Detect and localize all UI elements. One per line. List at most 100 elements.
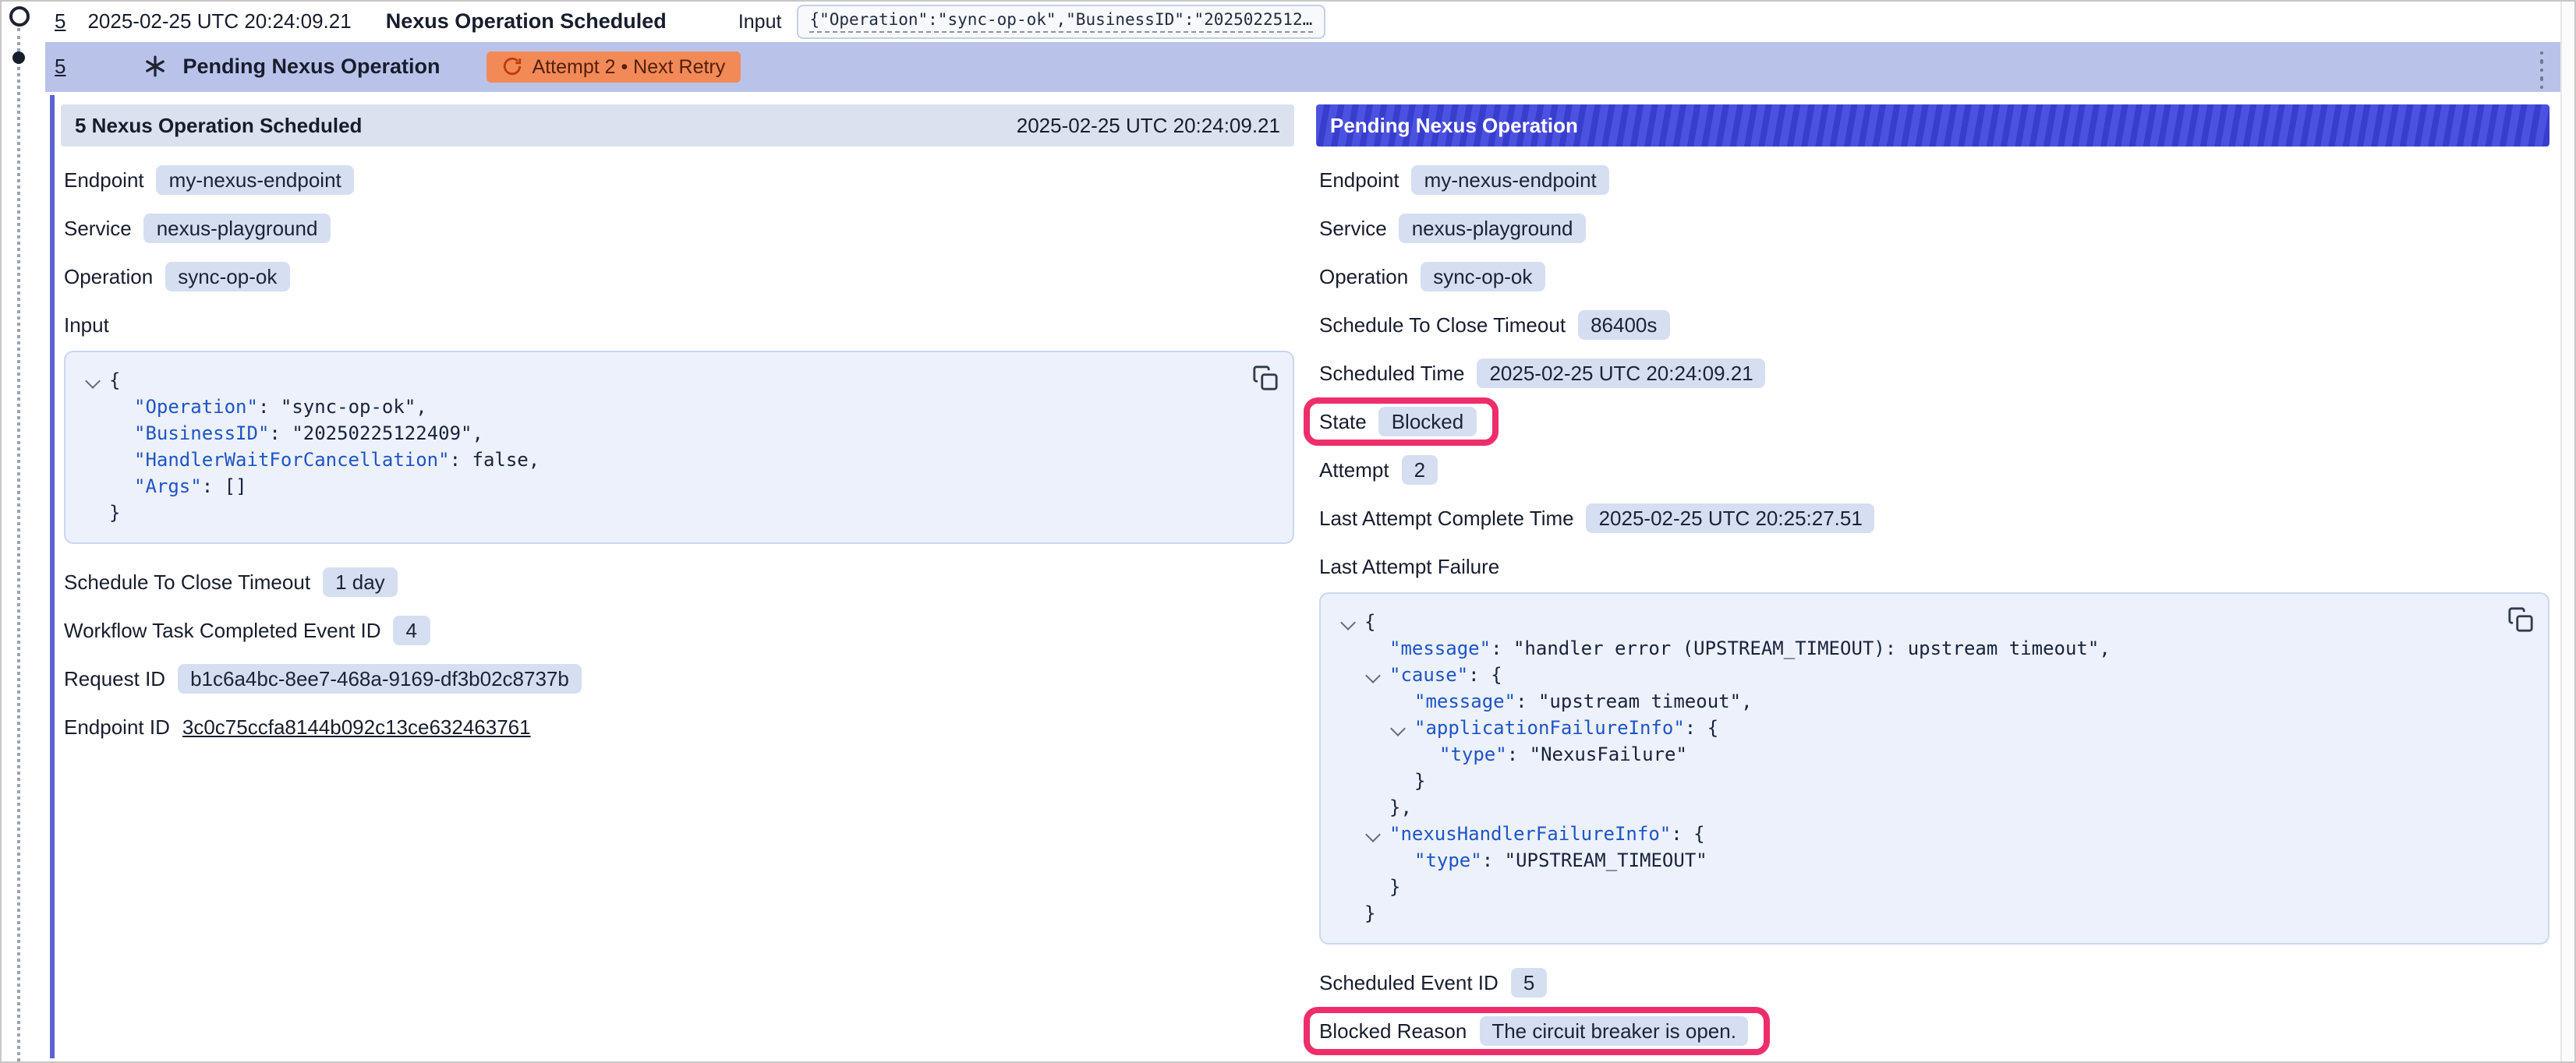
json-line: "Operation": "sync-op-ok", [81,394,1230,421]
copy-icon[interactable] [2506,606,2534,634]
asterisk-icon [143,55,167,79]
json-token: { [1364,611,1375,633]
pending-row-title: Pending Nexus Operation [182,55,440,79]
json-line: "type": "NexusFailure" [1336,742,2486,768]
field-row: Endpointmy-nexus-endpoint [64,162,1294,196]
pending-panel-body: Endpointmy-nexus-endpoint Service nexus-pl… [1316,147,2549,1047]
json-line: { [81,368,1230,394]
collapse-chevron-icon[interactable] [1340,615,1356,630]
json-token: } [1364,902,1375,924]
json-token: { [1707,717,1718,739]
scheduled-panel-title: 5 Nexus Operation Scheduled [75,114,362,137]
pending-nexus-operation-row[interactable]: 5 Pending Nexus Operation [45,41,2562,92]
field-row: Service nexus-playground [1319,210,2549,245]
copy-icon[interactable] [1251,365,1279,393]
json-token: } [109,502,120,524]
event-row-nexus-operation-scheduled[interactable]: 5 2025-02-25 UTC 20:24:09.21 Nexus Opera… [45,2,2562,41]
json-token: , [529,449,540,471]
json-token: : [269,422,292,444]
json-token: , [472,422,483,444]
input-preview-chip[interactable]: {"Operation":"sync-op-ok","BusinessID":"… [797,5,1325,39]
field-group: Endpointmy-nexus-endpoint [1319,164,1609,194]
field-label: Endpoint [1319,168,1399,191]
json-token: : [1507,743,1530,765]
timeline-start-icon [9,6,30,26]
scheduled-fields-bottom: Schedule To Close Timeout1 day Workflow T… [64,564,1294,743]
field-row: Last Attempt Complete Time2025-02-25 UTC… [1319,500,2549,535]
field-group: Last Attempt Complete Time2025-02-25 UTC… [1319,503,1875,532]
json-token: , [2099,637,2110,659]
collapse-chevron-icon[interactable] [1390,721,1406,736]
field-value-badge: nexus-playground [144,213,331,242]
json-token: "upstream timeout" [1538,690,1741,712]
pending-row-id-link[interactable]: 5 [55,55,65,79]
field-label: Request ID [64,666,165,690]
json-token: : [1685,717,1707,739]
json-token: "UPSTREAM_TIMEOUT" [1505,849,1707,871]
collapse-chevron-icon[interactable] [85,373,101,389]
field-value-badge: my-nexus-endpoint [157,164,354,194]
annotation-highlight-box: Blocked ReasonThe circuit breaker is ope… [1304,1006,1771,1054]
json-token: [] [225,475,247,497]
retry-attempt-badge: Attempt 2 • Next Retry [487,51,741,83]
field-value-badge: 4 [394,615,430,645]
expanded-row-accent-bar [50,95,55,1058]
field-label: Last Attempt Complete Time [1319,506,1574,529]
field-group: Schedule To Close Timeout1 day [64,567,398,596]
annotation-highlight-box: StateBlocked [1304,397,1498,445]
event-timestamp: 2025-02-25 UTC 20:24:09.21 [87,10,351,34]
failure-json-block: { "message": "handler error (UPSTREAM_TIM… [1319,592,2549,945]
timeline-rail [2,2,45,1061]
field-value-link[interactable]: 3c0c75ccfa8144b092c13ce632463761 [182,715,531,738]
json-line: "Args": [] [81,474,1230,500]
json-token: : [1516,690,1538,712]
field-value-badge: Blocked [1379,406,1477,436]
json-token: }, [1389,796,1412,818]
json-token: "NexusFailure" [1530,743,1687,765]
json-line: } [81,500,1230,527]
json-token: : [450,449,472,471]
json-token: { [1693,823,1704,845]
field-row: StateBlocked [1319,404,2549,438]
field-label: Schedule To Close Timeout [64,570,310,593]
field-value-badge: 2 [1402,454,1438,484]
json-token: , [1741,690,1752,712]
vertical-scrollbar[interactable] [2560,2,2574,1061]
input-json-block: {"Operation": "sync-op-ok","BusinessID":… [64,351,1294,544]
scheduled-event-detail-panel: 5 Nexus Operation Scheduled 2025-02-25 U… [61,104,1294,758]
row-drag-handle[interactable] [2539,51,2543,89]
field-label: Operation [1319,264,1408,288]
field-group: Workflow Task Completed Event ID4 [64,615,430,645]
json-line: "HandlerWaitForCancellation": false, [81,447,1230,474]
field-label: Scheduled Event ID [1319,970,1499,994]
json-token: : [1671,823,1693,845]
field-group: Servicenexus-playground [64,213,330,242]
collapse-chevron-icon[interactable] [1365,668,1381,683]
event-id-link[interactable]: 5 [55,10,65,34]
json-token: "handler error (UPSTREAM_TIMEOUT): upstr… [1513,637,2099,659]
field-value-badge: 2025-02-25 UTC 20:24:09.21 [1477,358,1765,387]
field-group: Endpointmy-nexus-endpoint [64,164,354,194]
input-preview-text: {"Operation":"sync-op-ok","BusinessID":"… [809,11,1312,33]
field-label: Scheduled Time [1319,361,1464,384]
scheduled-fields-top: Endpointmy-nexus-endpoint Servicenexus-pl… [64,162,1294,293]
field-row: Endpointmy-nexus-endpoint [1319,162,2549,196]
json-token: "message" [1389,637,1491,659]
json-token: { [109,369,120,391]
json-line: "type": "UPSTREAM_TIMEOUT" [1336,848,2486,874]
json-line: { [1336,609,2486,636]
json-token: "Args" [134,475,202,497]
field-row: Attempt2 [1319,452,2549,486]
json-token: } [1389,876,1400,898]
collapse-chevron-icon[interactable] [1365,827,1381,842]
field-label: Service [1319,216,1387,239]
json-token: : [258,396,281,418]
json-token: : [202,475,225,497]
json-token: false [472,449,529,471]
json-line: "cause": { [1336,662,2486,689]
pending-operation-detail-panel: Pending Nexus Operation Endpointmy-nexus… [1316,104,2549,1061]
json-line: "nexusHandlerFailureInfo": { [1336,821,2486,848]
field-label: Blocked Reason [1319,1019,1467,1042]
scheduled-panel-header: 5 Nexus Operation Scheduled 2025-02-25 U… [61,104,1294,147]
field-value-badge: nexus-playground [1399,213,1586,242]
